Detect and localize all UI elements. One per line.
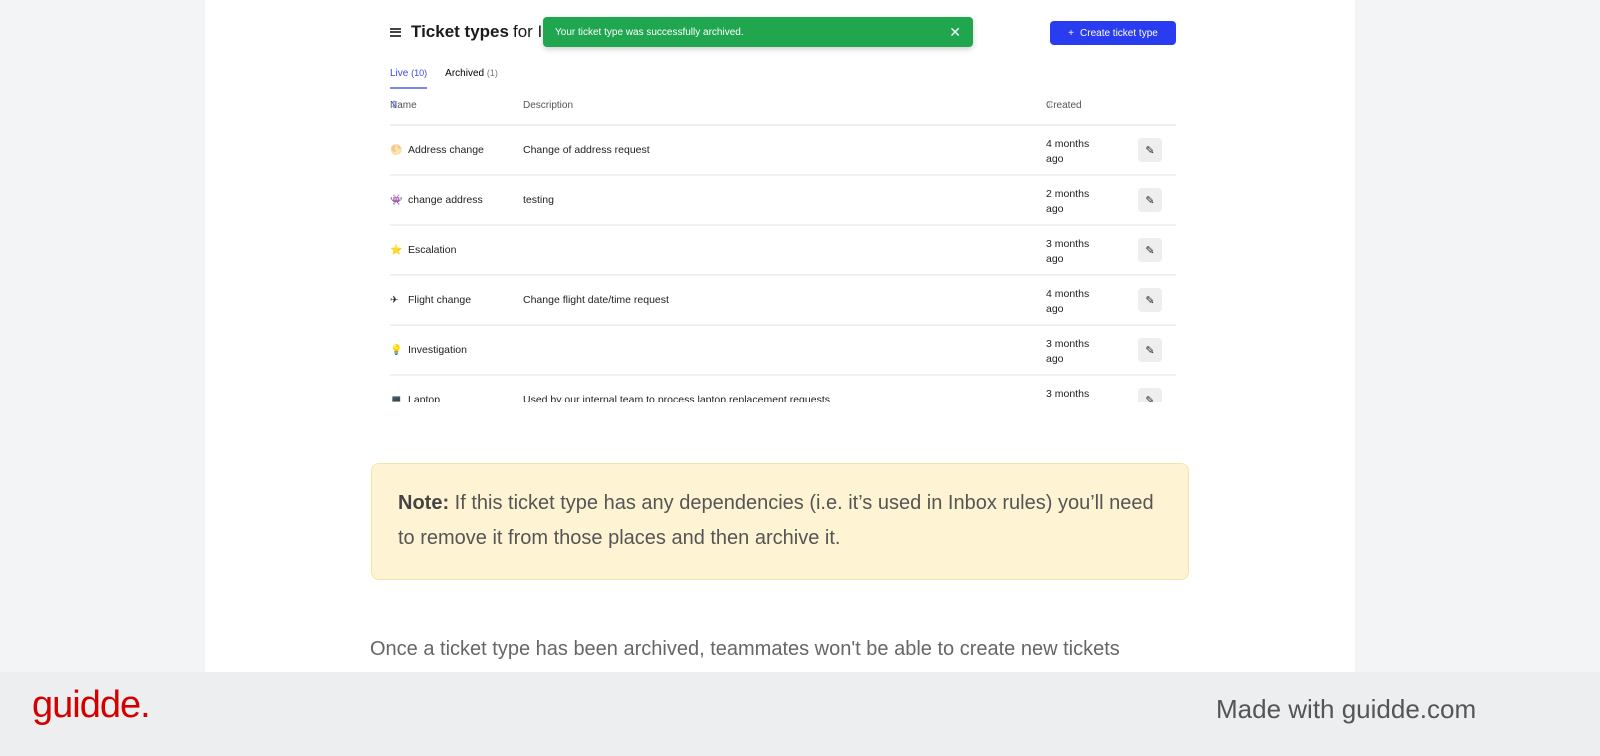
- edit-pencil-icon[interactable]: ✎: [1138, 288, 1162, 312]
- made-with-text: Made with guidde.com: [1216, 694, 1477, 724]
- tab-live[interactable]: Live (10): [390, 68, 428, 89]
- menu-icon[interactable]: [390, 27, 401, 37]
- ticket-type-description: Used by our internal team to process lap…: [523, 394, 830, 402]
- edit-pencil-icon[interactable]: ✎: [1138, 188, 1162, 212]
- ticket-type-created: 3 months ago: [1046, 338, 1090, 365]
- tab-archived[interactable]: Archived (1): [445, 68, 498, 89]
- ticket-type-created: 4 months ago: [1046, 288, 1090, 315]
- table-row[interactable]: 👾 change address testing 2 months ago ✎: [390, 176, 1176, 226]
- ticket-type-icon: 🌕: [390, 145, 403, 156]
- guidde-logo: guidde.: [32, 684, 151, 726]
- ticket-type-description: Change of address request: [523, 144, 650, 156]
- ticket-type-description: testing: [523, 194, 554, 206]
- ticket-type-created: 3 months ago: [1046, 238, 1090, 265]
- column-description: Description: [523, 100, 574, 111]
- ticket-type-name: Flight change: [408, 294, 472, 306]
- ticket-type-created: 4 months ago: [1046, 138, 1090, 165]
- ticket-type-icon: 💻: [390, 395, 403, 402]
- tabs: Live (10) Archived (1): [390, 68, 498, 89]
- ticket-type-icon: ✈: [390, 295, 399, 306]
- ticket-type-name: Laptop: [408, 394, 441, 402]
- table-row[interactable]: 🌕 Address change Change of address reque…: [390, 126, 1176, 176]
- body-paragraph: Once a ticket type has been archived, te…: [370, 638, 1120, 660]
- edit-pencil-icon[interactable]: ✎: [1138, 238, 1162, 262]
- screenshot-ticket-types: Ticket types for I Your ticket type was s…: [380, 0, 1190, 402]
- table-row[interactable]: 💻 Laptop Used by our internal team to pr…: [390, 376, 1176, 402]
- table-row[interactable]: ✈ Flight change Change flight date/time …: [390, 276, 1176, 326]
- edit-pencil-icon[interactable]: ✎: [1138, 138, 1162, 162]
- success-toast: Your ticket type was successfully archiv…: [543, 17, 973, 47]
- table-row[interactable]: ⭐ Escalation 3 months ago ✎: [390, 226, 1176, 276]
- ticket-type-name: Address change: [408, 144, 484, 156]
- ticket-type-icon: 💡: [390, 345, 403, 356]
- ticket-type-created: 3 months: [1046, 388, 1090, 400]
- footer: guidde. Made with guidde.com: [0, 672, 1600, 756]
- ticket-type-description: Change flight date/time request: [523, 294, 669, 306]
- note-callout: Note: If this ticket type has any depend…: [371, 463, 1189, 580]
- ticket-type-name: Investigation: [408, 344, 467, 356]
- table-row[interactable]: 💡 Investigation 3 months ago ✎: [390, 326, 1176, 376]
- ticket-type-name: change address: [408, 194, 483, 206]
- close-icon[interactable]: ✕: [949, 24, 961, 41]
- table-header: Name ⇕ Description Created ⇕: [390, 100, 1176, 126]
- ticket-type-icon: 👾: [390, 195, 403, 206]
- ticket-type-icon: ⭐: [390, 245, 403, 256]
- create-ticket-type-button[interactable]: + Create ticket type: [1050, 21, 1176, 45]
- plus-icon: +: [1068, 27, 1075, 39]
- edit-pencil-icon[interactable]: ✎: [1138, 388, 1162, 402]
- edit-pencil-icon[interactable]: ✎: [1138, 338, 1162, 362]
- ticket-type-created: 2 months ago: [1046, 188, 1090, 215]
- ticket-type-name: Escalation: [408, 244, 457, 256]
- page-title: Ticket types for I: [390, 22, 542, 42]
- toast-message: Your ticket type was successfully archiv…: [555, 26, 744, 38]
